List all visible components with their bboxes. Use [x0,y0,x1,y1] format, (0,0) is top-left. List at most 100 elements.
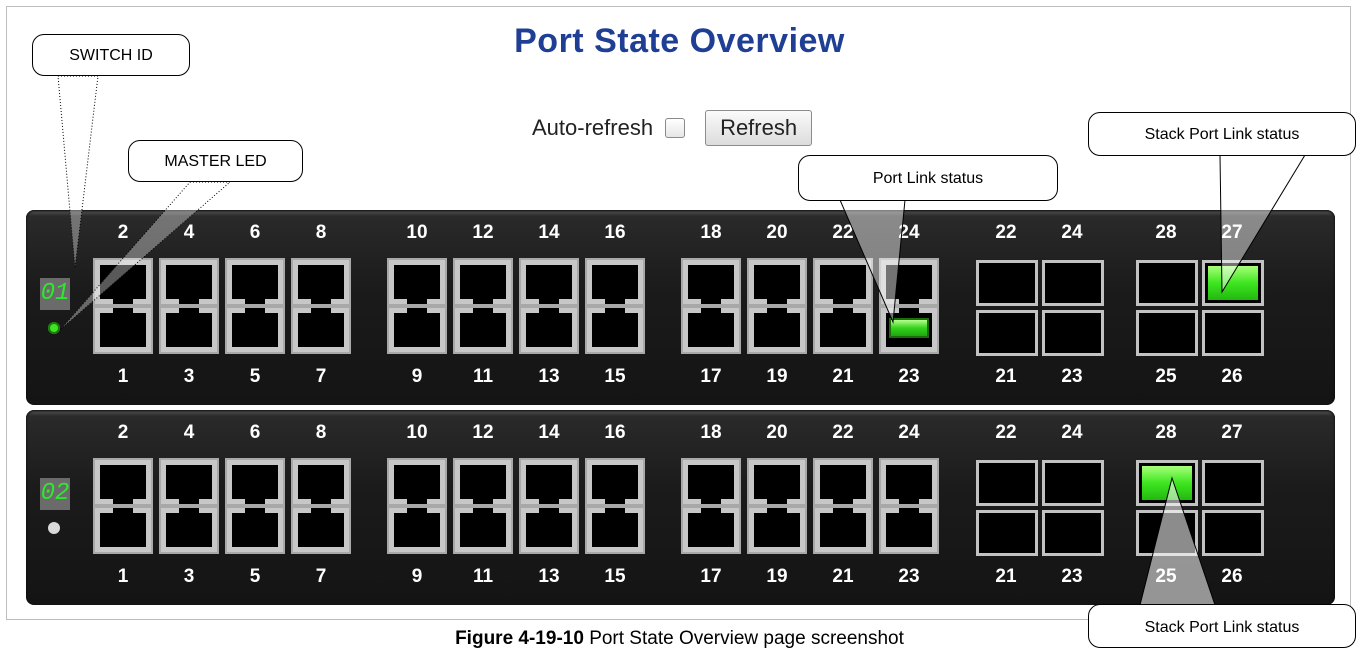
rj45-port-16[interactable] [585,458,645,506]
rj45-port-2[interactable] [93,458,153,506]
rj45-port-23[interactable] [879,306,939,354]
port-socket [820,513,866,547]
port-number-label: 15 [604,366,626,387]
rj45-port-16[interactable] [585,258,645,306]
sfp-number-label: 24 [1061,422,1083,443]
rj45-port-9[interactable] [387,506,447,554]
rj45-port-13[interactable] [519,306,579,354]
port-number-label: 1 [117,366,129,387]
sfp-number-label: 21 [995,366,1017,387]
rj45-port-6[interactable] [225,458,285,506]
rj45-port-21[interactable] [813,506,873,554]
rj45-port-15[interactable] [585,506,645,554]
refresh-controls: Auto-refresh Refresh [532,108,813,148]
rj45-port-14[interactable] [519,458,579,506]
rj45-port-18[interactable] [681,258,741,306]
rj45-port-1[interactable] [93,506,153,554]
port-socket [100,513,146,547]
rj45-port-7[interactable] [291,306,351,354]
rj45-port-4[interactable] [159,458,219,506]
port-number-label: 18 [700,222,722,243]
rj45-port-14[interactable] [519,258,579,306]
port-socket [754,513,800,547]
port-latch [539,496,559,504]
rj45-port-3[interactable] [159,306,219,354]
sfp-number-label: 22 [995,422,1017,443]
rj45-port-5[interactable] [225,506,285,554]
stack-number-label: 25 [1155,566,1177,587]
rj45-port-9[interactable] [387,306,447,354]
sfp-port-21[interactable] [976,310,1038,356]
stack-port-25[interactable] [1136,510,1198,556]
sfp-port-23[interactable] [1042,510,1104,556]
sfp-number-label: 21 [995,566,1017,587]
rj45-port-20[interactable] [747,258,807,306]
master-led [48,522,60,534]
rj45-port-24[interactable] [879,258,939,306]
stack-port-27[interactable] [1202,260,1264,306]
port-number-label: 5 [249,366,261,387]
port-latch [767,508,787,516]
stack-port-26[interactable] [1202,510,1264,556]
callout-switch-id: SWITCH ID [32,34,190,76]
rj45-port-1[interactable] [93,306,153,354]
port-socket [820,265,866,299]
sfp-port-21[interactable] [976,510,1038,556]
rj45-port-17[interactable] [681,306,741,354]
rj45-port-10[interactable] [387,458,447,506]
rj45-port-8[interactable] [291,458,351,506]
stack-port-28[interactable] [1136,260,1198,306]
port-latch [767,496,787,504]
port-number-label: 18 [700,422,722,443]
port-socket [886,513,932,547]
rj45-port-24[interactable] [879,458,939,506]
rj45-port-2[interactable] [93,258,153,306]
auto-refresh-checkbox[interactable] [665,118,686,138]
port-socket [820,465,866,499]
sfp-port-24[interactable] [1042,460,1104,506]
port-latch [539,508,559,516]
rj45-port-15[interactable] [585,306,645,354]
rj45-port-13[interactable] [519,506,579,554]
rj45-port-17[interactable] [681,506,741,554]
port-socket [688,465,734,499]
port-number-label: 22 [832,222,854,243]
port-latch [473,308,493,316]
port-socket [460,265,506,299]
refresh-button[interactable]: Refresh [705,110,813,146]
rj45-port-18[interactable] [681,458,741,506]
rj45-port-4[interactable] [159,258,219,306]
rj45-port-8[interactable] [291,258,351,306]
rj45-port-5[interactable] [225,306,285,354]
port-latch [179,508,199,516]
stack-port-25[interactable] [1136,310,1198,356]
stack-port-26[interactable] [1202,310,1264,356]
rj45-port-11[interactable] [453,506,513,554]
rj45-port-22[interactable] [813,458,873,506]
stack-port-28[interactable] [1136,460,1198,506]
switch-id-display: 02 [40,478,70,510]
rj45-port-6[interactable] [225,258,285,306]
port-number-label: 7 [315,566,327,587]
port-number-label: 13 [538,566,560,587]
sfp-port-22[interactable] [976,260,1038,306]
rj45-port-12[interactable] [453,458,513,506]
rj45-port-10[interactable] [387,258,447,306]
rj45-port-21[interactable] [813,306,873,354]
port-number-label: 16 [604,222,626,243]
rj45-port-23[interactable] [879,506,939,554]
stack-port-27[interactable] [1202,460,1264,506]
rj45-port-19[interactable] [747,506,807,554]
sfp-port-22[interactable] [976,460,1038,506]
rj45-port-22[interactable] [813,258,873,306]
rj45-port-19[interactable] [747,306,807,354]
sfp-port-23[interactable] [1042,310,1104,356]
rj45-port-3[interactable] [159,506,219,554]
port-number-label: 11 [472,566,494,587]
rj45-port-7[interactable] [291,506,351,554]
rj45-port-11[interactable] [453,306,513,354]
port-number-label: 8 [315,422,327,443]
rj45-port-12[interactable] [453,258,513,306]
rj45-port-20[interactable] [747,458,807,506]
sfp-port-24[interactable] [1042,260,1104,306]
